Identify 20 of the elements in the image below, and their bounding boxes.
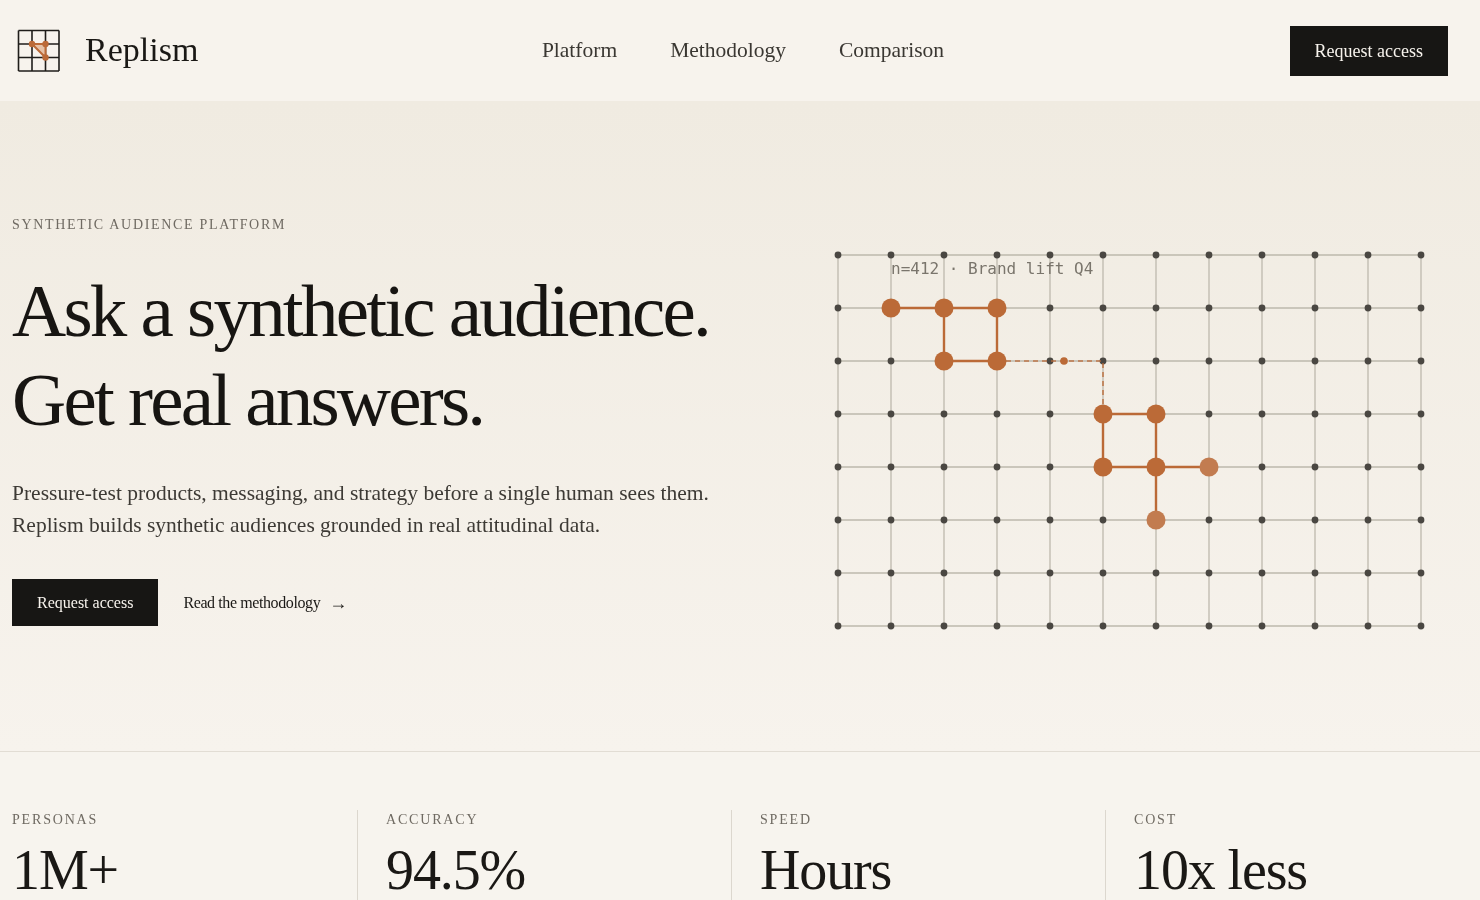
stat-label: PERSONAS — [12, 812, 99, 828]
nav-link[interactable]: Platform — [541, 39, 618, 62]
hero-description: Pressure-test products, messaging, and strategy before a single human sees them. Replism builds synthetic audiences grounded in real attitudinal data. — [12, 480, 710, 539]
nav-link[interactable]: Comparison — [839, 39, 945, 62]
eyebrow-label: SYNTHETIC AUDIENCE PLATFORM — [12, 216, 287, 234]
hero-headline: Ask a synthetic audience. Get real answers. — [12, 268, 710, 443]
diagram-caption: n=412 · Brand lift Q4 — [891, 259, 1094, 279]
stat-value: 1M+ — [12, 842, 118, 898]
brand-name: Replism — [85, 32, 199, 67]
stat-value: Hours — [760, 842, 892, 898]
methodology-link[interactable]: Read the methodology → — [183, 593, 347, 612]
stat-value: 10x less — [1134, 842, 1308, 898]
logo-icon — [17, 28, 61, 73]
stat-value: 94.5% — [386, 842, 526, 898]
nav-link[interactable]: Methodology — [670, 39, 786, 62]
stat-label: ACCURACY — [386, 812, 479, 828]
stat-label: COST — [1134, 812, 1178, 828]
stat-label: SPEED — [760, 812, 812, 828]
request-access-button[interactable]: Request access — [12, 579, 159, 626]
request-access-button[interactable]: Request access — [1289, 25, 1448, 76]
